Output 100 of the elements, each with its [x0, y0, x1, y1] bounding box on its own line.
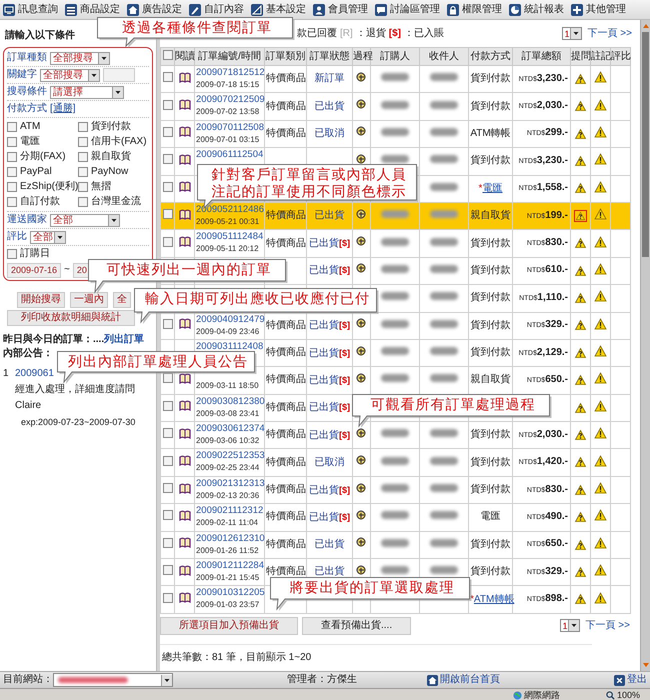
checkbox[interactable] [162, 126, 172, 137]
book-icon[interactable] [178, 510, 190, 521]
dropdown[interactable]: 全部搜尋 [40, 68, 100, 82]
checkbox[interactable] [78, 122, 88, 132]
question-icon[interactable] [574, 210, 587, 222]
checkbox[interactable] [7, 122, 17, 132]
question-icon[interactable] [574, 182, 587, 194]
next-page-link[interactable]: 下一頁 >> [588, 28, 632, 40]
filter-button[interactable]: 一週內 [70, 292, 108, 308]
date-field[interactable]: 2009-07-16 [7, 262, 62, 278]
input-field[interactable] [103, 68, 135, 82]
process-icon[interactable] [356, 99, 367, 110]
checkbox[interactable] [162, 483, 172, 494]
book-icon[interactable] [178, 72, 190, 83]
scrollbar[interactable] [640, 20, 650, 671]
warning-icon[interactable] [594, 482, 607, 494]
book-icon[interactable] [178, 482, 190, 494]
filter-button[interactable]: 開始搜尋 [17, 292, 65, 308]
order-link[interactable]: 2009040912479 [196, 314, 263, 326]
process-icon[interactable] [356, 263, 367, 274]
warning-icon[interactable] [594, 98, 607, 111]
checkbox[interactable] [162, 154, 172, 164]
warning-icon[interactable] [594, 208, 607, 220]
book-icon[interactable] [178, 99, 190, 110]
question-icon[interactable] [574, 484, 587, 496]
warning-icon[interactable] [594, 454, 607, 467]
question-icon[interactable] [574, 593, 587, 606]
warning-icon[interactable] [594, 236, 607, 248]
book-icon[interactable] [178, 455, 190, 466]
book-icon[interactable] [178, 564, 190, 576]
action-button[interactable]: 所選項目加入預備出貨 [160, 616, 298, 635]
warning-icon[interactable] [594, 400, 607, 412]
process-icon[interactable] [356, 564, 367, 576]
dropdown[interactable]: 全部 [30, 230, 66, 244]
checkbox[interactable] [78, 152, 88, 162]
checkbox[interactable] [162, 100, 172, 110]
question-icon[interactable] [574, 237, 587, 250]
checkbox[interactable] [78, 182, 88, 192]
action-button[interactable]: 查看預備出貨.... [302, 616, 412, 635]
checkbox[interactable] [162, 236, 172, 247]
question-icon[interactable] [574, 128, 587, 140]
order-link[interactable]: 2009051112484 [196, 231, 263, 244]
question-icon[interactable] [574, 72, 587, 85]
menu-item[interactable]: 商品設定 [65, 4, 124, 16]
order-link[interactable]: 2009030812380 [196, 396, 263, 408]
book-icon[interactable] [178, 181, 190, 192]
checkbox[interactable] [162, 182, 172, 192]
order-link[interactable]: 2009071812512 [196, 67, 263, 79]
dropdown[interactable]: 全部搜尋 [50, 52, 110, 64]
book-icon[interactable] [178, 372, 190, 384]
process-icon[interactable] [356, 346, 367, 357]
book-icon[interactable] [178, 318, 190, 330]
process-icon[interactable] [356, 236, 367, 248]
order-link[interactable]: 2009022512353 [196, 450, 263, 462]
warning-icon[interactable] [594, 509, 607, 522]
logout-link[interactable]: 登出 [614, 674, 647, 686]
menu-item[interactable]: 自訂內容 [189, 4, 248, 16]
process-icon[interactable] [356, 455, 367, 466]
question-icon[interactable] [574, 511, 587, 524]
book-icon[interactable] [178, 400, 190, 412]
payment-link[interactable]: 電匯 [482, 182, 502, 194]
checkbox[interactable] [7, 182, 17, 192]
checkbox[interactable] [162, 428, 172, 438]
zoom-level[interactable]: 100% [616, 689, 640, 700]
question-icon[interactable] [574, 566, 587, 578]
book-icon[interactable] [178, 236, 190, 248]
question-icon[interactable] [574, 100, 587, 112]
checkbox[interactable] [162, 400, 172, 411]
checkbox[interactable] [162, 565, 172, 576]
question-icon[interactable] [574, 374, 587, 386]
question-icon[interactable] [574, 292, 587, 304]
order-link[interactable]: 2009070112508 [196, 122, 263, 134]
warning-icon[interactable] [594, 592, 607, 604]
process-icon[interactable] [356, 318, 367, 330]
checkbox[interactable] [78, 167, 88, 177]
question-icon[interactable] [574, 264, 587, 277]
menu-item[interactable]: 會員管理 [313, 4, 372, 16]
page-dropdown[interactable]: 1 [560, 619, 580, 632]
book-icon[interactable] [178, 154, 190, 165]
checkbox[interactable] [162, 510, 172, 520]
process-icon[interactable] [356, 428, 367, 439]
warning-icon[interactable] [594, 71, 607, 84]
checkbox[interactable] [7, 197, 17, 207]
menu-item[interactable]: 其他管理 [571, 4, 630, 16]
checkbox[interactable] [162, 373, 172, 384]
warning-icon[interactable] [594, 262, 607, 275]
checkbox[interactable] [7, 249, 17, 259]
menu-item[interactable]: 討論區管理 [375, 4, 444, 16]
next-page-link[interactable]: 下一頁 >> [586, 620, 630, 632]
order-link[interactable]: 2009012112284 [196, 560, 263, 572]
order-link[interactable]: 2009010312205 [196, 587, 263, 600]
checkbox[interactable] [162, 538, 172, 548]
site-dropdown[interactable] [53, 673, 173, 687]
book-icon[interactable] [178, 592, 190, 604]
process-icon[interactable] [356, 126, 367, 138]
warning-icon[interactable] [594, 318, 607, 330]
checkbox[interactable] [162, 72, 172, 82]
process-icon[interactable] [356, 154, 367, 165]
checkbox[interactable] [162, 318, 172, 329]
home-link[interactable]: 開啟前台首頁 [427, 674, 500, 686]
